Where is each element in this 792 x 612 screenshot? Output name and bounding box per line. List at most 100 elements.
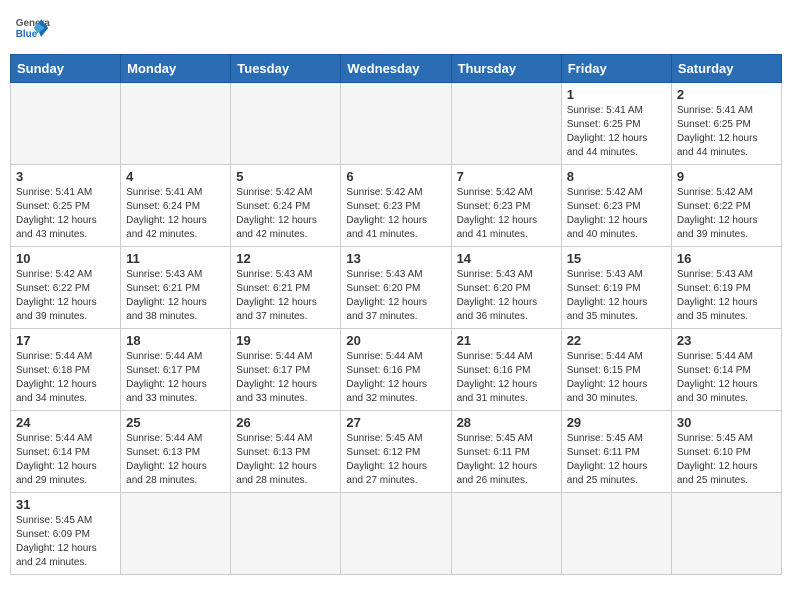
calendar-day-cell: 19 Sunrise: 5:44 AMSunset: 6:17 PMDayligh… [231, 329, 341, 411]
calendar-week-row: 10 Sunrise: 5:42 AMSunset: 6:22 PMDayligh… [11, 247, 782, 329]
weekday-header-thursday: Thursday [451, 55, 561, 83]
calendar-day-cell [121, 493, 231, 575]
calendar-day-cell: 22 Sunrise: 5:44 AMSunset: 6:15 PMDayligh… [561, 329, 671, 411]
day-number: 5 [236, 169, 335, 184]
calendar-day-cell: 4 Sunrise: 5:41 AMSunset: 6:24 PMDaylight… [121, 165, 231, 247]
calendar-day-cell: 17 Sunrise: 5:44 AMSunset: 6:18 PMDayligh… [11, 329, 121, 411]
calendar-table: SundayMondayTuesdayWednesdayThursdayFrid… [10, 54, 782, 575]
day-sun-info: Sunrise: 5:44 AMSunset: 6:14 PMDaylight:… [677, 350, 776, 406]
day-sun-info: Sunrise: 5:45 AMSunset: 6:11 PMDaylight:… [457, 432, 556, 488]
calendar-day-cell: 2 Sunrise: 5:41 AMSunset: 6:25 PMDaylight… [671, 83, 781, 165]
day-sun-info: Sunrise: 5:42 AMSunset: 6:22 PMDaylight:… [16, 268, 115, 324]
weekday-header-wednesday: Wednesday [341, 55, 451, 83]
day-number: 28 [457, 415, 556, 430]
day-sun-info: Sunrise: 5:41 AMSunset: 6:25 PMDaylight:… [677, 104, 776, 160]
calendar-day-cell [341, 83, 451, 165]
calendar-day-cell [121, 83, 231, 165]
day-sun-info: Sunrise: 5:44 AMSunset: 6:17 PMDaylight:… [126, 350, 225, 406]
day-number: 11 [126, 251, 225, 266]
day-number: 6 [346, 169, 445, 184]
day-sun-info: Sunrise: 5:42 AMSunset: 6:24 PMDaylight:… [236, 186, 335, 242]
day-sun-info: Sunrise: 5:43 AMSunset: 6:21 PMDaylight:… [236, 268, 335, 324]
calendar-day-cell: 6Sunrise: 5:42 AMSunset: 6:23 PMDaylight… [341, 165, 451, 247]
day-sun-info: Sunrise: 5:42 AMSunset: 6:23 PMDaylight:… [457, 186, 556, 242]
day-sun-info: Sunrise: 5:45 AMSunset: 6:11 PMDaylight:… [567, 432, 666, 488]
calendar-day-cell: 3 Sunrise: 5:41 AMSunset: 6:25 PMDaylight… [11, 165, 121, 247]
calendar-day-cell: 25Sunrise: 5:44 AMSunset: 6:13 PMDayligh… [121, 411, 231, 493]
calendar-day-cell: 24 Sunrise: 5:44 AMSunset: 6:14 PMDayligh… [11, 411, 121, 493]
day-number: 1 [567, 87, 666, 102]
day-sun-info: Sunrise: 5:43 AMSunset: 6:19 PMDaylight:… [677, 268, 776, 324]
day-number: 31 [16, 497, 115, 512]
day-number: 3 [16, 169, 115, 184]
calendar-day-cell: 5 Sunrise: 5:42 AMSunset: 6:24 PMDaylight… [231, 165, 341, 247]
day-sun-info: Sunrise: 5:45 AMSunset: 6:09 PMDaylight:… [16, 514, 115, 570]
calendar-day-cell: 18 Sunrise: 5:44 AMSunset: 6:17 PMDayligh… [121, 329, 231, 411]
calendar-day-cell: 31 Sunrise: 5:45 AMSunset: 6:09 PMDayligh… [11, 493, 121, 575]
day-sun-info: Sunrise: 5:44 AMSunset: 6:15 PMDaylight:… [567, 350, 666, 406]
day-number: 18 [126, 333, 225, 348]
day-number: 24 [16, 415, 115, 430]
calendar-day-cell: 9 Sunrise: 5:42 AMSunset: 6:22 PMDaylight… [671, 165, 781, 247]
calendar-day-cell: 16 Sunrise: 5:43 AMSunset: 6:19 PMDayligh… [671, 247, 781, 329]
day-sun-info: Sunrise: 5:44 AMSunset: 6:17 PMDaylight:… [236, 350, 335, 406]
day-number: 17 [16, 333, 115, 348]
day-number: 10 [16, 251, 115, 266]
day-number: 27 [346, 415, 445, 430]
svg-text:Blue: Blue [16, 29, 38, 40]
logo: General Blue [14, 10, 50, 46]
day-number: 30 [677, 415, 776, 430]
day-sun-info: Sunrise: 5:42 AMSunset: 6:23 PMDaylight:… [567, 186, 666, 242]
day-number: 26 [236, 415, 335, 430]
calendar-day-cell [11, 83, 121, 165]
general-blue-icon: General Blue [14, 10, 50, 46]
day-sun-info: Sunrise: 5:43 AMSunset: 6:19 PMDaylight:… [567, 268, 666, 324]
day-sun-info: Sunrise: 5:45 AMSunset: 6:12 PMDaylight:… [346, 432, 445, 488]
day-sun-info: Sunrise: 5:44 AMSunset: 6:13 PMDaylight:… [236, 432, 335, 488]
day-sun-info: Sunrise: 5:45 AMSunset: 6:10 PMDaylight:… [677, 432, 776, 488]
weekday-header-tuesday: Tuesday [231, 55, 341, 83]
day-number: 19 [236, 333, 335, 348]
day-number: 13 [346, 251, 445, 266]
calendar-day-cell: 27 Sunrise: 5:45 AMSunset: 6:12 PMDayligh… [341, 411, 451, 493]
calendar-header-row: SundayMondayTuesdayWednesdayThursdayFrid… [11, 55, 782, 83]
day-sun-info: Sunrise: 5:43 AMSunset: 6:20 PMDaylight:… [346, 268, 445, 324]
calendar-day-cell [671, 493, 781, 575]
calendar-day-cell: 30 Sunrise: 5:45 AMSunset: 6:10 PMDayligh… [671, 411, 781, 493]
day-sun-info: Sunrise: 5:41 AMSunset: 6:25 PMDaylight:… [16, 186, 115, 242]
calendar-week-row: 17 Sunrise: 5:44 AMSunset: 6:18 PMDayligh… [11, 329, 782, 411]
day-number: 20 [346, 333, 445, 348]
calendar-week-row: 31 Sunrise: 5:45 AMSunset: 6:09 PMDayligh… [11, 493, 782, 575]
day-sun-info: Sunrise: 5:42 AMSunset: 6:22 PMDaylight:… [677, 186, 776, 242]
day-sun-info: Sunrise: 5:44 AMSunset: 6:18 PMDaylight:… [16, 350, 115, 406]
day-number: 4 [126, 169, 225, 184]
day-sun-info: Sunrise: 5:44 AMSunset: 6:16 PMDaylight:… [457, 350, 556, 406]
day-number: 9 [677, 169, 776, 184]
weekday-header-monday: Monday [121, 55, 231, 83]
calendar-day-cell: 11Sunrise: 5:43 AMSunset: 6:21 PMDayligh… [121, 247, 231, 329]
day-sun-info: Sunrise: 5:41 AMSunset: 6:24 PMDaylight:… [126, 186, 225, 242]
weekday-header-saturday: Saturday [671, 55, 781, 83]
calendar-day-cell [231, 493, 341, 575]
calendar-day-cell: 14Sunrise: 5:43 AMSunset: 6:20 PMDayligh… [451, 247, 561, 329]
day-number: 15 [567, 251, 666, 266]
calendar-day-cell [231, 83, 341, 165]
calendar-week-row: 24 Sunrise: 5:44 AMSunset: 6:14 PMDayligh… [11, 411, 782, 493]
calendar-week-row: 3 Sunrise: 5:41 AMSunset: 6:25 PMDaylight… [11, 165, 782, 247]
calendar-day-cell: 23Sunrise: 5:44 AMSunset: 6:14 PMDayligh… [671, 329, 781, 411]
calendar-day-cell: 15 Sunrise: 5:43 AMSunset: 6:19 PMDayligh… [561, 247, 671, 329]
calendar-day-cell: 29Sunrise: 5:45 AMSunset: 6:11 PMDayligh… [561, 411, 671, 493]
day-number: 8 [567, 169, 666, 184]
day-sun-info: Sunrise: 5:44 AMSunset: 6:14 PMDaylight:… [16, 432, 115, 488]
calendar-day-cell: 21 Sunrise: 5:44 AMSunset: 6:16 PMDayligh… [451, 329, 561, 411]
day-sun-info: Sunrise: 5:41 AMSunset: 6:25 PMDaylight:… [567, 104, 666, 160]
day-number: 16 [677, 251, 776, 266]
day-number: 2 [677, 87, 776, 102]
calendar-day-cell: 7Sunrise: 5:42 AMSunset: 6:23 PMDaylight… [451, 165, 561, 247]
day-number: 25 [126, 415, 225, 430]
day-number: 22 [567, 333, 666, 348]
calendar-day-cell [451, 83, 561, 165]
day-number: 21 [457, 333, 556, 348]
calendar-week-row: 1 Sunrise: 5:41 AMSunset: 6:25 PMDaylight… [11, 83, 782, 165]
weekday-header-sunday: Sunday [11, 55, 121, 83]
